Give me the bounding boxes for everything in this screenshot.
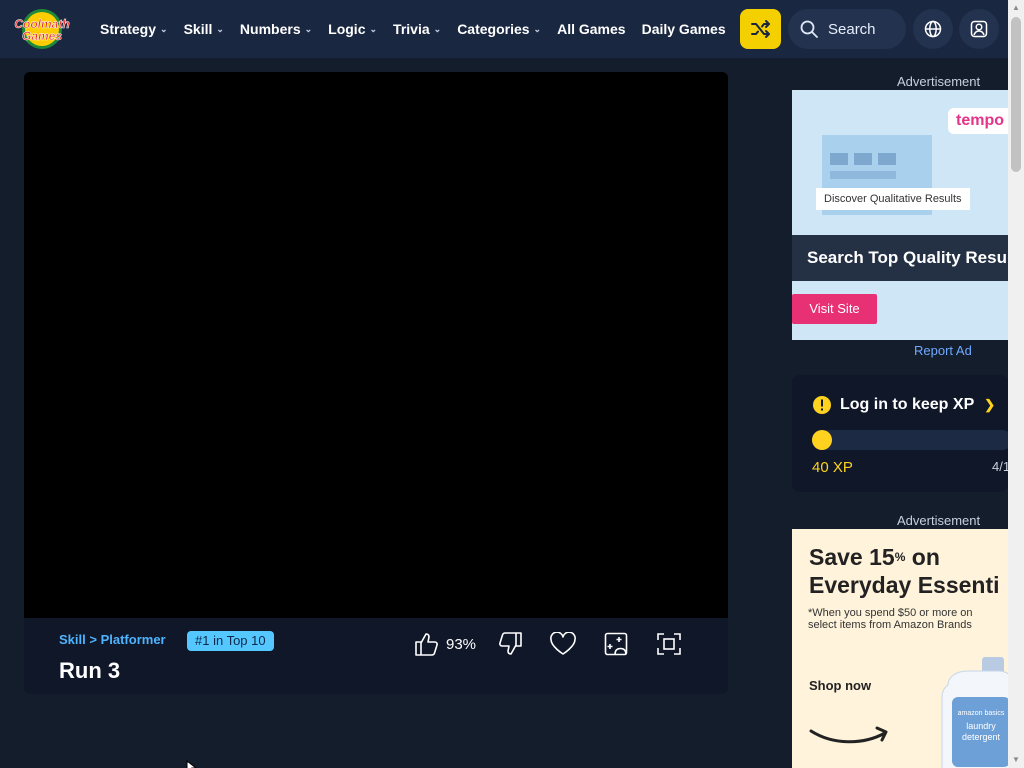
search-icon — [800, 20, 818, 38]
breadcrumb-separator: > — [89, 632, 97, 647]
advertisement-banner-1[interactable]: tempo Discover Qualitative Results Searc… — [792, 90, 1008, 340]
thumbs-down-icon — [499, 632, 522, 655]
rank-badge[interactable]: #1 in Top 10 — [187, 631, 274, 651]
nav-skill[interactable]: Skill ⌄ — [184, 21, 224, 37]
main-nav: Strategy ⌄ Skill ⌄ Numbers ⌄ Logic ⌄ Trivia ⌄… — [100, 0, 742, 58]
favorite-button[interactable] — [549, 630, 577, 658]
ad2-headline: Save 15% on Everyday Essenti — [809, 543, 1000, 599]
report-ad-link[interactable]: Report Ad — [914, 343, 972, 358]
ad2-headline-part1: Save 15 — [809, 544, 895, 570]
ad2-headline-percent: % — [894, 550, 906, 564]
nav-strategy-label: Strategy — [100, 21, 157, 37]
user-icon — [970, 20, 988, 38]
game-container: Skill > Platformer #1 in Top 10 Run 3 93… — [24, 72, 728, 694]
coolmath-games-logo[interactable]: Coolmath Games — [8, 8, 76, 50]
nav-numbers[interactable]: Numbers ⌄ — [240, 21, 312, 37]
breadcrumb-subcategory-link[interactable]: Platformer — [101, 632, 166, 647]
nav-categories-label: Categories — [457, 21, 530, 37]
nav-daily-games[interactable]: Daily Games — [642, 21, 726, 37]
advertisement-label: Advertisement — [897, 74, 981, 89]
fullscreen-button[interactable] — [656, 630, 682, 658]
page-scrollbar[interactable]: ▲ ▼ — [1008, 0, 1024, 768]
game-info-bar: Skill > Platformer #1 in Top 10 Run 3 93… — [24, 618, 728, 694]
heart-icon — [550, 632, 576, 655]
chevron-down-icon: ⌄ — [433, 23, 442, 34]
random-game-button[interactable] — [740, 9, 781, 49]
game-canvas[interactable] — [24, 72, 728, 618]
shop-now-link[interactable]: Shop now — [809, 678, 871, 693]
xp-goal: 4/1 — [992, 459, 1008, 474]
scroll-down-arrow[interactable]: ▼ — [1008, 752, 1024, 768]
account-button[interactable] — [959, 9, 999, 49]
thumbs-up-icon — [415, 633, 438, 656]
nav-trivia-label: Trivia — [393, 21, 430, 37]
scroll-up-arrow[interactable]: ▲ — [1008, 0, 1024, 16]
search-placeholder: Search — [828, 20, 876, 38]
ad-card-text: Discover Qualitative Results — [816, 188, 970, 210]
xp-card[interactable]: Log in to keep XP ❯ 40 XP 4/1 — [792, 375, 1008, 492]
ad2-headline-line2: Everyday Essenti — [809, 572, 1000, 598]
bottle-label-line1: laundry — [966, 721, 996, 731]
chevron-down-icon: ⌄ — [160, 23, 168, 34]
chevron-down-icon: ⌄ — [533, 23, 542, 34]
breadcrumb: Skill > Platformer — [59, 632, 166, 647]
xp-current: 40 XP — [812, 459, 853, 476]
nav-strategy[interactable]: Strategy ⌄ — [100, 21, 168, 37]
breadcrumb-category-link[interactable]: Skill — [59, 632, 86, 647]
xp-login-prompt[interactable]: Log in to keep XP ❯ — [812, 395, 995, 415]
chevron-down-icon: ⌄ — [369, 23, 378, 34]
bottle-brand-text: amazon basics — [958, 710, 1005, 717]
chevron-down-icon: ⌄ — [216, 23, 224, 34]
like-button[interactable]: 93% — [414, 630, 476, 658]
chevron-right-icon: ❯ — [984, 397, 996, 412]
nav-all-games[interactable]: All Games — [557, 21, 625, 37]
add-game-icon — [604, 632, 628, 656]
add-to-playlist-button[interactable] — [604, 630, 628, 658]
mouse-cursor-icon — [186, 760, 197, 768]
advertisement-label-2: Advertisement — [897, 513, 981, 528]
nav-skill-label: Skill — [183, 21, 213, 37]
detergent-bottle-image: amazon basics laundry detergent — [941, 657, 1008, 768]
ad2-headline-part2: on — [905, 544, 940, 570]
shuffle-icon — [750, 20, 770, 38]
like-percentage: 93% — [446, 635, 477, 653]
nav-all-games-label: All Games — [557, 21, 626, 37]
fullscreen-icon — [657, 633, 681, 655]
nav-logic[interactable]: Logic ⌄ — [328, 21, 377, 37]
scroll-thumb[interactable] — [1011, 17, 1021, 172]
nav-numbers-label: Numbers — [239, 21, 301, 37]
ad-headline: Search Top Quality Resu — [792, 235, 1008, 281]
top-navigation-bar: Coolmath Games Strategy ⌄ Skill ⌄ Numbers ⌄… — [0, 0, 1008, 58]
globe-icon — [924, 20, 942, 38]
logo-text-line2: Games — [22, 29, 62, 43]
nav-logic-label: Logic — [328, 21, 366, 37]
visit-site-button[interactable]: Visit Site — [792, 294, 877, 324]
ad-brand-logo: tempo — [948, 108, 1008, 134]
warning-icon — [813, 396, 831, 414]
nav-categories[interactable]: Categories ⌄ — [457, 21, 541, 37]
search-input[interactable]: Search — [788, 9, 906, 49]
amazon-smile-logo — [809, 726, 888, 744]
language-button[interactable] — [913, 9, 953, 49]
nav-trivia[interactable]: Trivia ⌄ — [393, 21, 441, 37]
xp-progress-bar — [812, 430, 1008, 450]
advertisement-banner-2[interactable]: Save 15% on Everyday Essenti *When you s… — [792, 529, 1008, 768]
xp-title: Log in to keep XP — [840, 396, 975, 413]
xp-progress-fill — [812, 430, 832, 450]
nav-daily-games-label: Daily Games — [641, 21, 726, 37]
dislike-button[interactable] — [499, 630, 523, 658]
chevron-down-icon: ⌄ — [304, 23, 313, 34]
ad2-disclaimer: *When you spend $50 or more on select it… — [808, 607, 973, 631]
game-title: Run 3 — [59, 658, 121, 683]
bottle-label-line2: detergent — [962, 732, 1001, 742]
